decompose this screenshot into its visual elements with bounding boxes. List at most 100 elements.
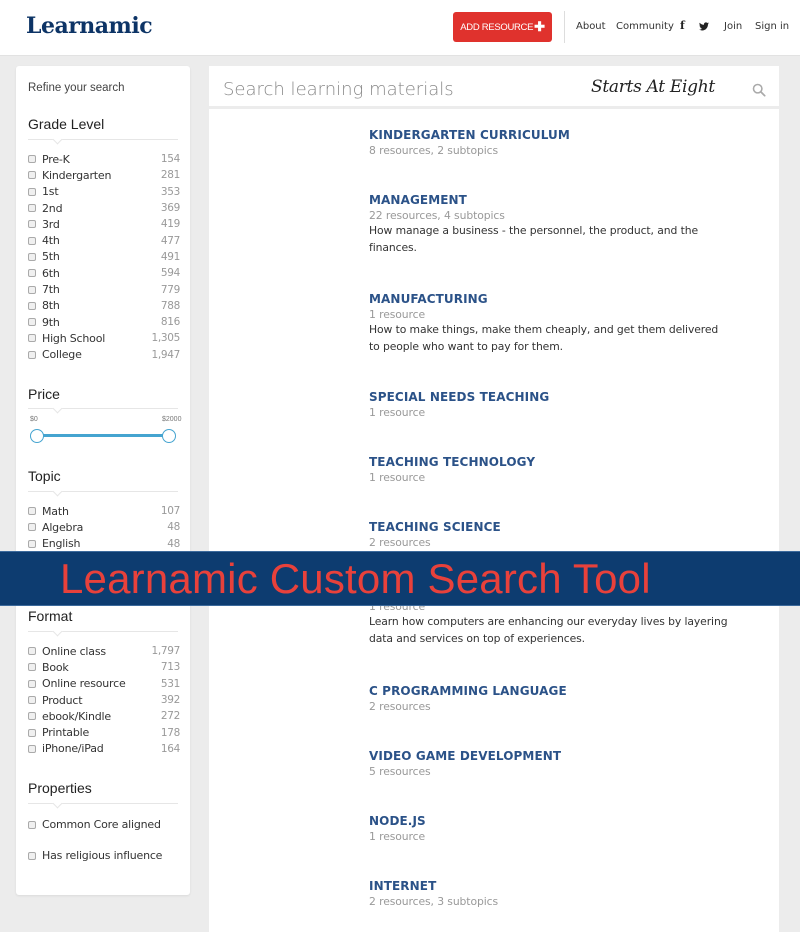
result-item: TEACHING SCIENCE 2 resources <box>369 520 729 549</box>
nav-sign-in[interactable]: Sign in <box>755 21 789 32</box>
result-meta: 2 resources <box>369 700 431 713</box>
result-title[interactable]: C PROGRAMMING LANGUAGE <box>369 684 729 698</box>
topic-item[interactable]: Math 107 <box>28 503 180 519</box>
site-logo[interactable]: Learnamic <box>26 13 153 39</box>
property-label: Has religious influence <box>42 849 163 862</box>
result-item: MANAGEMENT 22 resources, 4 subtopics How m… <box>369 193 729 256</box>
grade-level-item[interactable]: Kindergarten 281 <box>28 167 180 183</box>
grade-level-item[interactable]: 1st 353 <box>28 184 180 200</box>
grade-level-item[interactable]: Pre-K 154 <box>28 151 180 167</box>
filter-label: 9th <box>42 315 60 329</box>
filter-label: 7th <box>42 283 60 297</box>
refine-label: Refine your search <box>28 82 125 94</box>
filter-label: 4th <box>42 234 60 248</box>
search-icon[interactable] <box>752 83 766 97</box>
checkbox[interactable] <box>28 236 36 245</box>
checkbox[interactable] <box>28 851 36 860</box>
format-item[interactable]: Product 392 <box>28 692 180 708</box>
filter-count: 1,797 <box>151 645 180 658</box>
checkbox[interactable] <box>28 301 36 310</box>
checkbox[interactable] <box>28 744 36 753</box>
grade-level-item[interactable]: 2nd 369 <box>28 200 180 216</box>
result-title[interactable]: TEACHING TECHNOLOGY <box>369 455 729 469</box>
checkbox[interactable] <box>28 318 36 327</box>
filter-count: 477 <box>160 234 180 247</box>
result-title[interactable]: KINDERGARTEN CURRICULUM <box>369 128 729 142</box>
filter-label: 3rd <box>42 217 60 231</box>
grade-level-item[interactable]: 5th 491 <box>28 249 180 265</box>
result-item: TEACHING TECHNOLOGY 1 resource <box>369 455 729 484</box>
grade-level-item[interactable]: College 1,947 <box>28 347 180 363</box>
nav-community[interactable]: Community <box>616 21 674 32</box>
format-item[interactable]: Online resource 531 <box>28 676 180 692</box>
format-item[interactable]: iPhone/iPad 164 <box>28 741 180 757</box>
nav-join[interactable]: Join <box>724 21 742 32</box>
checkbox[interactable] <box>28 187 36 196</box>
result-title[interactable]: INTERNET <box>369 879 729 893</box>
grade-level-item[interactable]: 8th 788 <box>28 298 180 314</box>
property-religious-influence[interactable]: Has religious influence <box>28 849 162 862</box>
topic-item[interactable]: English 48 <box>28 536 180 552</box>
add-resource-button[interactable]: ADD RESOURCE ✚ <box>453 12 552 42</box>
format-item[interactable]: ebook/Kindle 272 <box>28 708 180 724</box>
grade-level-item[interactable]: 6th 594 <box>28 265 180 281</box>
twitter-icon[interactable] <box>699 21 709 34</box>
checkbox[interactable] <box>28 334 36 343</box>
checkbox[interactable] <box>28 220 36 229</box>
checkbox[interactable] <box>28 171 36 180</box>
grade-level-item[interactable]: 7th 779 <box>28 281 180 297</box>
nav-about[interactable]: About <box>576 21 606 32</box>
checkbox[interactable] <box>28 155 36 164</box>
checkbox[interactable] <box>28 679 36 688</box>
filter-label: iPhone/iPad <box>42 742 104 756</box>
grade-level-item[interactable]: High School 1,305 <box>28 330 180 346</box>
facebook-icon[interactable]: f <box>680 19 685 32</box>
topic-item[interactable]: Algebra 48 <box>28 519 180 535</box>
result-title[interactable]: MANAGEMENT <box>369 193 729 207</box>
result-meta: 2 resources, 3 subtopics <box>369 895 498 908</box>
topic-title: Topic <box>28 468 61 484</box>
format-item[interactable]: Printable 178 <box>28 724 180 740</box>
section-divider <box>28 803 178 804</box>
property-common-core[interactable]: Common Core aligned <box>28 818 161 831</box>
format-title: Format <box>28 608 73 624</box>
result-title[interactable]: VIDEO GAME DEVELOPMENT <box>369 749 729 763</box>
checkbox[interactable] <box>28 285 36 294</box>
format-item[interactable]: Book 713 <box>28 659 180 675</box>
price-max-handle[interactable] <box>162 429 176 443</box>
checkbox[interactable] <box>28 252 36 261</box>
result-meta: 1 resource <box>369 471 425 484</box>
top-header: Learnamic ADD RESOURCE ✚ About Community… <box>0 0 800 56</box>
checkbox[interactable] <box>28 269 36 278</box>
checkbox[interactable] <box>28 696 36 705</box>
grade-level-item[interactable]: 4th 477 <box>28 232 180 248</box>
price-slider-track[interactable] <box>37 434 169 437</box>
result-title[interactable]: MANUFACTURING <box>369 292 729 306</box>
price-min-handle[interactable] <box>30 429 44 443</box>
result-title[interactable]: TEACHING SCIENCE <box>369 520 729 534</box>
checkbox[interactable] <box>28 728 36 737</box>
grade-level-list: Pre-K 154 Kindergarten 281 1st 353 2nd 369 3rd 41… <box>28 151 180 363</box>
search-input[interactable] <box>223 77 553 101</box>
grade-level-item[interactable]: 3rd 419 <box>28 216 180 232</box>
result-meta: 8 resources, 2 subtopics <box>369 144 498 157</box>
filter-label: Online resource <box>42 677 126 691</box>
format-item[interactable]: Online class 1,797 <box>28 643 180 659</box>
checkbox[interactable] <box>28 712 36 721</box>
result-title[interactable]: SPECIAL NEEDS TEACHING <box>369 390 729 404</box>
checkbox[interactable] <box>28 507 36 516</box>
filter-label: 1st <box>42 185 59 199</box>
checkbox[interactable] <box>28 204 36 213</box>
checkbox[interactable] <box>28 647 36 656</box>
checkbox[interactable] <box>28 663 36 672</box>
checkbox[interactable] <box>28 350 36 359</box>
result-title[interactable]: NODE.JS <box>369 814 729 828</box>
filter-count: 281 <box>160 169 180 182</box>
checkbox[interactable] <box>28 539 36 548</box>
checkbox[interactable] <box>28 523 36 532</box>
filter-label: 8th <box>42 299 60 313</box>
checkbox[interactable] <box>28 820 36 829</box>
watermark-text: Starts At Eight <box>591 77 715 97</box>
topic-list: Math 107 Algebra 48 English 48 <box>28 503 180 552</box>
grade-level-item[interactable]: 9th 816 <box>28 314 180 330</box>
